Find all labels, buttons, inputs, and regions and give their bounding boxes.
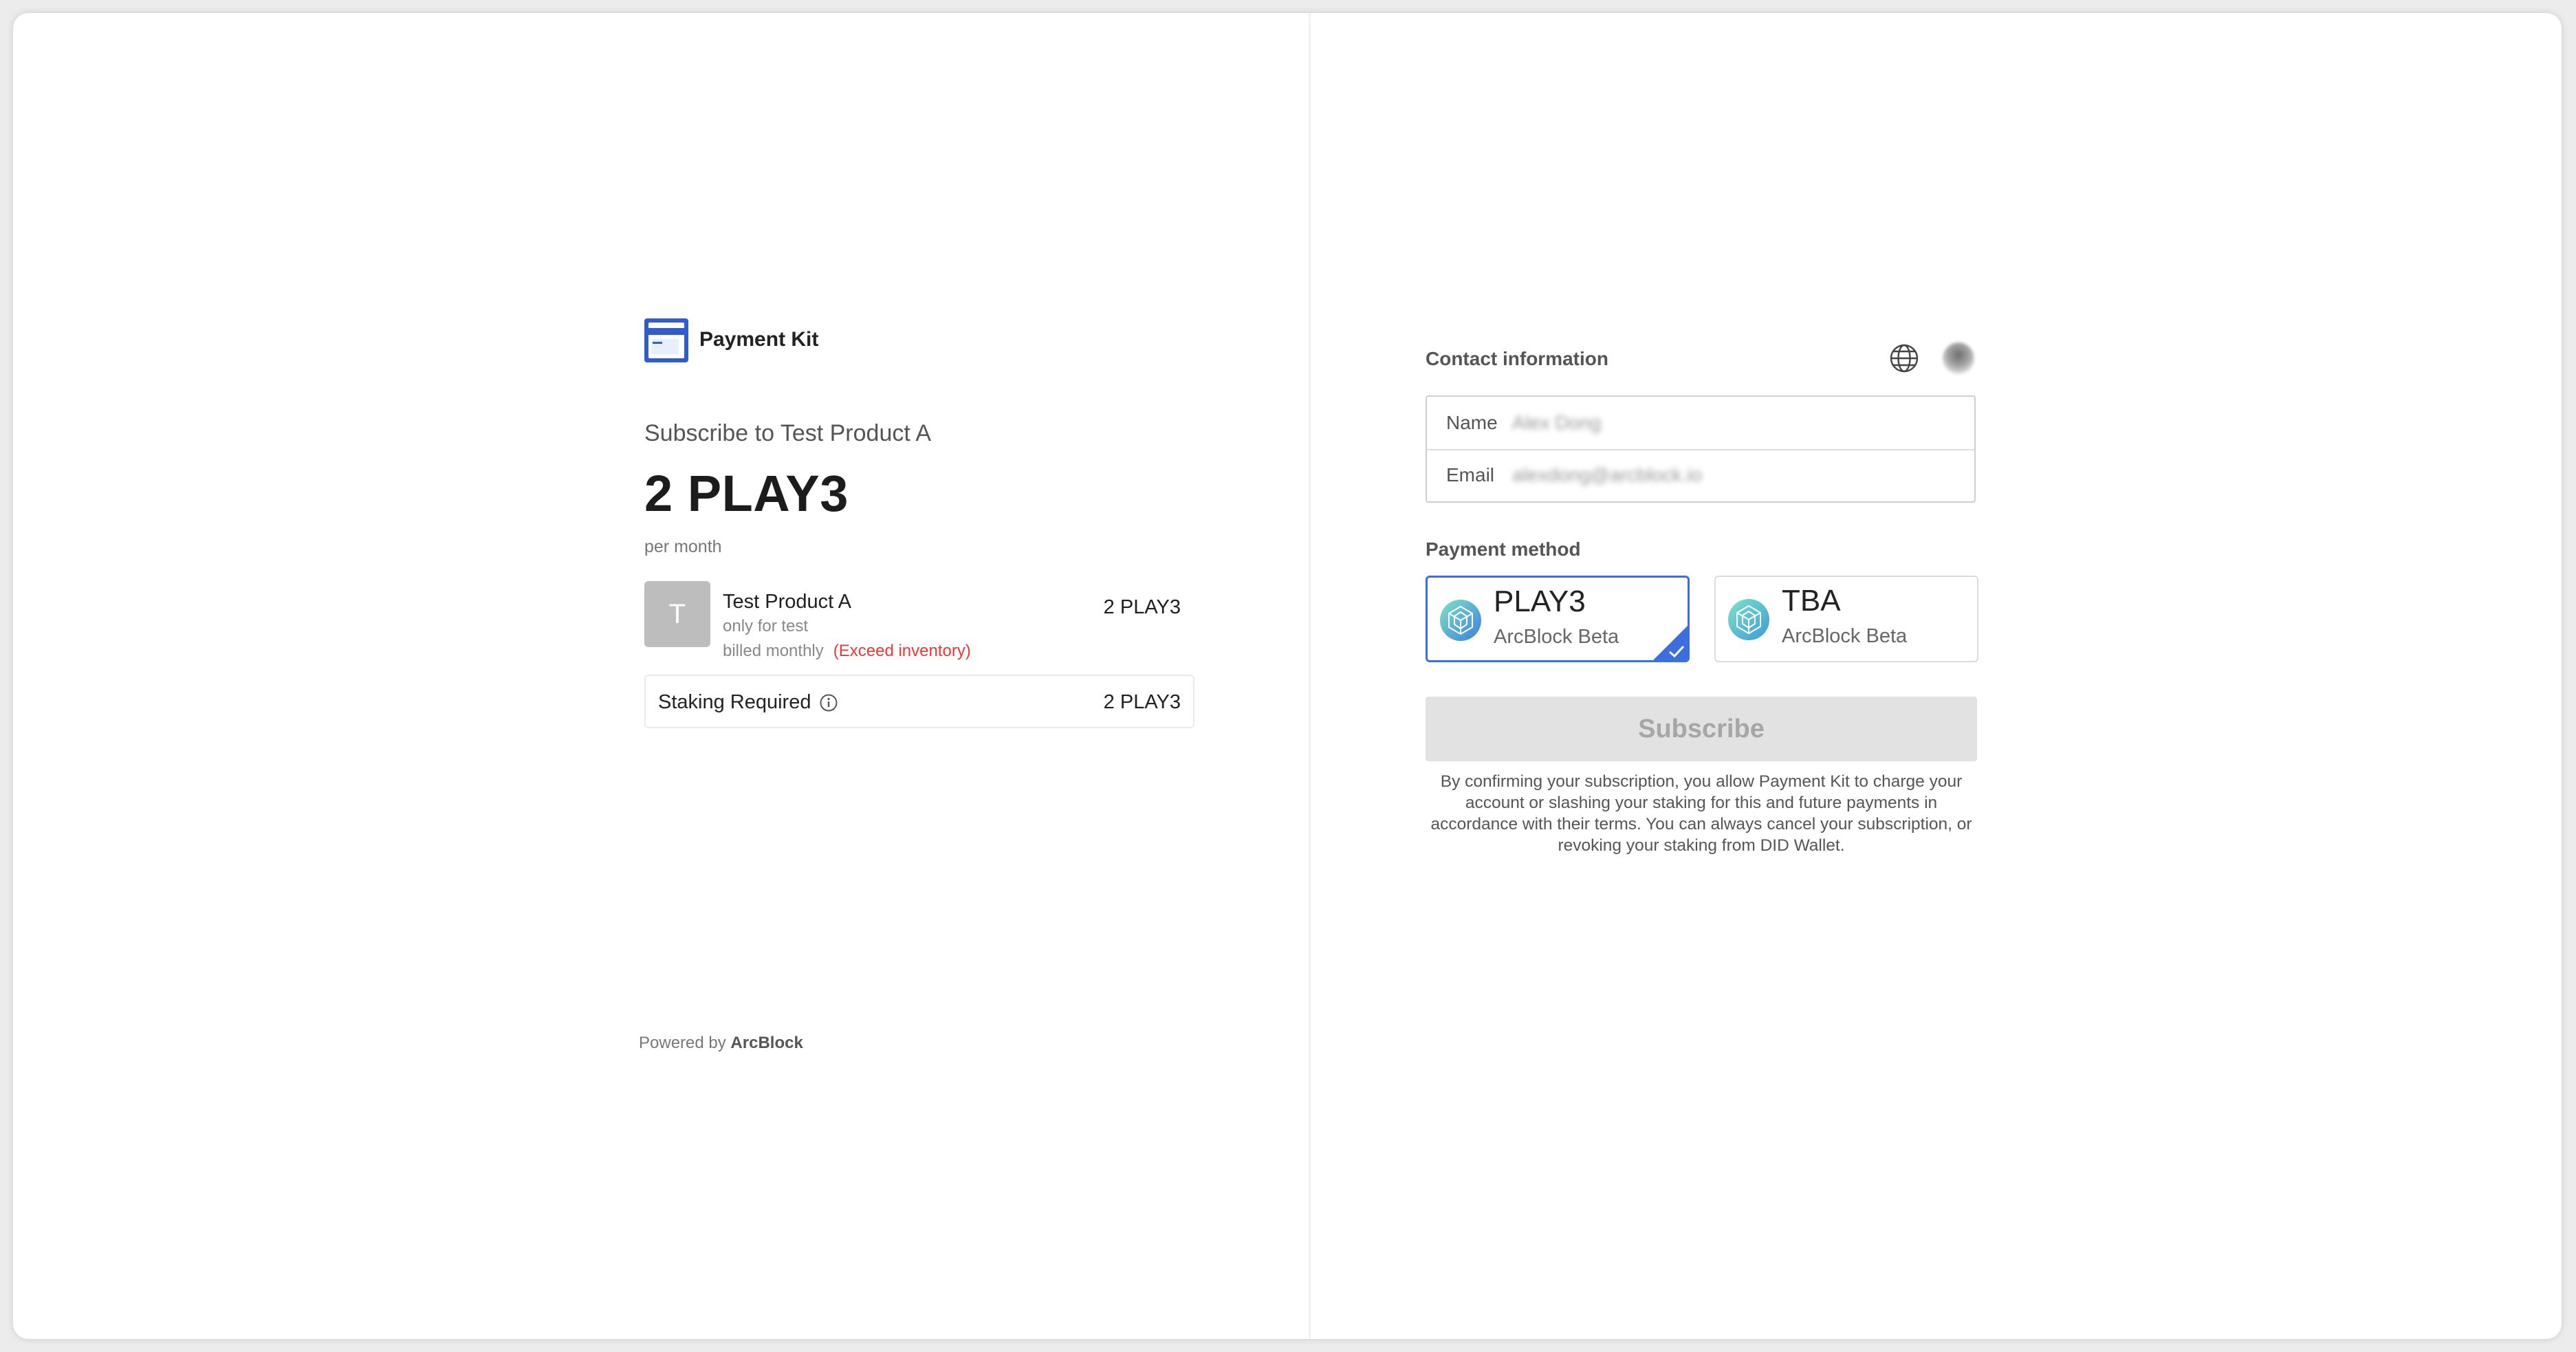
info-icon[interactable] bbox=[819, 693, 838, 712]
method-network: ArcBlock Beta bbox=[1494, 626, 1619, 648]
staking-value: 2 PLAY3 bbox=[1103, 691, 1181, 713]
email-field[interactable]: Email alexdong@arcblock.io bbox=[1427, 449, 1974, 501]
method-symbol: PLAY3 bbox=[1494, 585, 1586, 618]
method-symbol: TBA bbox=[1782, 584, 1841, 618]
token-icon bbox=[1440, 600, 1481, 641]
token-icon bbox=[1728, 599, 1769, 640]
contact-form: Name Alex Dong Email alexdong@arcblock.i… bbox=[1426, 395, 1976, 503]
name-field[interactable]: Name Alex Dong bbox=[1427, 397, 1974, 450]
staking-required-row: Staking Required 2 PLAY3 bbox=[644, 675, 1194, 728]
user-avatar[interactable] bbox=[1943, 342, 1974, 374]
staking-label-group: Staking Required bbox=[658, 691, 838, 714]
email-input[interactable]: alexdong@arcblock.io bbox=[1512, 464, 1702, 486]
payment-method-play3[interactable]: PLAY3 ArcBlock Beta bbox=[1426, 576, 1690, 662]
subscribe-button[interactable]: Subscribe bbox=[1426, 697, 1977, 761]
payment-method-title: Payment method bbox=[1426, 538, 1581, 560]
payment-method-tba[interactable]: TBA ArcBlock Beta bbox=[1714, 576, 1978, 662]
checkmark-icon bbox=[1653, 626, 1688, 660]
name-label: Name bbox=[1446, 412, 1498, 433]
column-divider bbox=[1309, 13, 1311, 1339]
subscription-title: Subscribe to Test Product A bbox=[644, 420, 932, 446]
name-input[interactable]: Alex Dong bbox=[1512, 412, 1601, 434]
product-billing-text: billed monthly bbox=[723, 642, 824, 660]
inventory-warning: (Exceed inventory) bbox=[833, 642, 971, 660]
checkout-window: Payment Kit Subscribe to Test Product A … bbox=[13, 13, 2562, 1339]
brand-name: Payment Kit bbox=[699, 328, 819, 351]
terms-text: By confirming your subscription, you all… bbox=[1430, 772, 1972, 855]
billing-period: per month bbox=[644, 537, 722, 556]
product-avatar-letter: T bbox=[668, 598, 686, 629]
powered-prefix: Powered by bbox=[639, 1034, 726, 1052]
email-label: Email bbox=[1446, 464, 1495, 486]
staking-label: Staking Required bbox=[658, 691, 811, 713]
powered-brand-link[interactable]: ArcBlock bbox=[730, 1034, 803, 1052]
globe-icon[interactable] bbox=[1888, 342, 1921, 375]
contact-information-title: Contact information bbox=[1426, 348, 1608, 369]
subscription-price: 2 PLAY3 bbox=[644, 465, 849, 522]
product-avatar: T bbox=[644, 581, 710, 647]
product-description: only for test bbox=[723, 617, 809, 635]
product-price: 2 PLAY3 bbox=[1103, 596, 1181, 618]
method-network: ArcBlock Beta bbox=[1782, 625, 1908, 647]
product-name: Test Product A bbox=[723, 591, 851, 613]
payment-kit-logo-icon bbox=[644, 318, 688, 362]
product-billing: billed monthly (Exceed inventory) bbox=[723, 642, 971, 661]
powered-by: Powered by ArcBlock bbox=[639, 1034, 803, 1053]
